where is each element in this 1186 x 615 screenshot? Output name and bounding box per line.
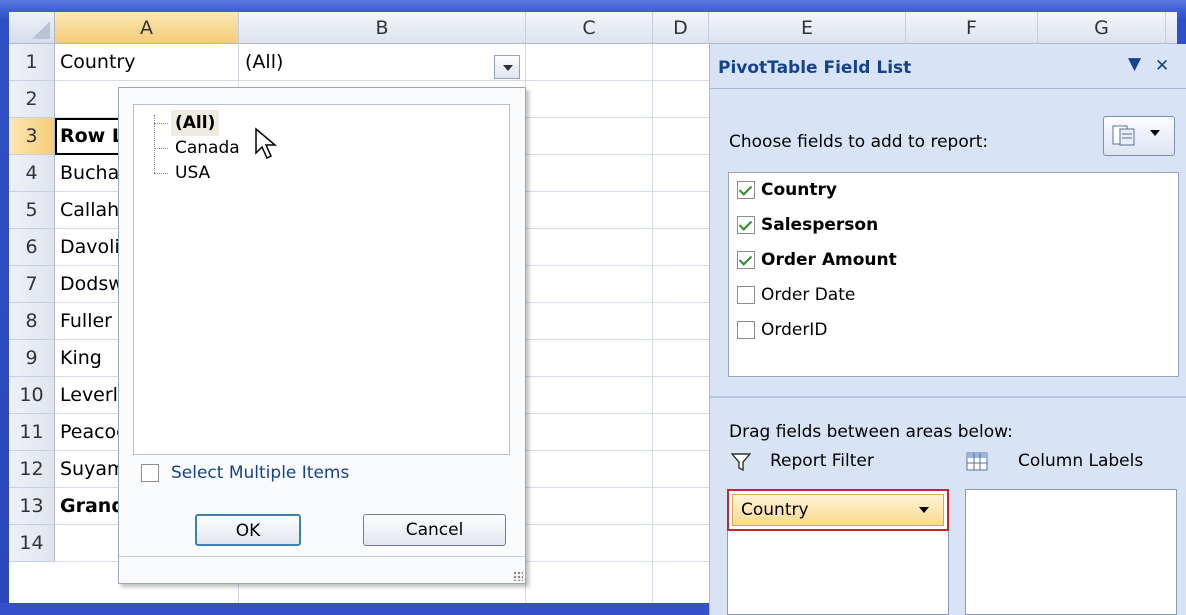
field-label: Country xyxy=(761,180,837,200)
filter-popup: (All) Canada USA Select Multiple Items O… xyxy=(118,87,526,584)
layout-options-button[interactable] xyxy=(1103,116,1175,156)
pane-title: PivotTable Field List xyxy=(718,58,912,78)
row-header-5[interactable]: 5 xyxy=(9,192,55,229)
filter-chip-highlight: Country xyxy=(727,489,949,531)
column-header-f[interactable]: F xyxy=(906,12,1038,44)
column-header-g[interactable]: G xyxy=(1038,12,1166,44)
column-header-b[interactable]: B xyxy=(239,12,526,44)
field-checkbox[interactable] xyxy=(737,321,755,339)
filter-item-canada[interactable]: Canada xyxy=(171,135,244,161)
chevron-down-icon xyxy=(1150,130,1160,136)
report-filter-country-chip[interactable]: Country xyxy=(732,494,944,526)
field-checkbox[interactable] xyxy=(737,216,755,234)
drag-fields-label: Drag fields between areas below: xyxy=(729,422,1013,442)
tree-connector xyxy=(154,173,168,174)
filter-dropdown-button[interactable] xyxy=(494,55,520,79)
row-header-2[interactable]: 2 xyxy=(9,81,55,118)
field-label: OrderID xyxy=(761,320,828,340)
cell-b1[interactable]: (All) xyxy=(245,44,485,81)
pane-options-icon[interactable]: ▼ xyxy=(1128,54,1141,74)
field-list: Country Salesperson Order Amount Order D… xyxy=(728,172,1179,377)
tree-connector xyxy=(154,123,168,124)
report-filter-label: Report Filter xyxy=(770,451,874,471)
mouse-cursor-icon xyxy=(255,127,278,160)
field-order-date[interactable]: Order Date xyxy=(737,281,1157,309)
select-all-corner[interactable] xyxy=(9,12,55,44)
row-header-1[interactable]: 1 xyxy=(9,44,55,81)
tree-connector xyxy=(154,148,168,149)
field-checkbox[interactable] xyxy=(737,251,755,269)
row-header-7[interactable]: 7 xyxy=(9,266,55,303)
column-header-a[interactable]: A xyxy=(55,12,239,44)
row-header-13[interactable]: 13 xyxy=(9,488,55,525)
gridline xyxy=(652,44,653,603)
row-header-8[interactable]: 8 xyxy=(9,303,55,340)
filter-item-all[interactable]: (All) xyxy=(171,110,220,136)
ok-button[interactable]: OK xyxy=(195,514,301,546)
row-header-4[interactable]: 4 xyxy=(9,155,55,192)
divider xyxy=(710,88,1186,89)
field-orderid[interactable]: OrderID xyxy=(737,316,1157,344)
column-header-c[interactable]: C xyxy=(526,12,653,44)
field-salesperson[interactable]: Salesperson xyxy=(737,211,1157,239)
close-icon[interactable]: ✕ xyxy=(1155,56,1169,76)
filter-icon xyxy=(731,453,751,472)
cell-a1[interactable]: Country xyxy=(60,44,235,81)
field-layout-icon xyxy=(1112,125,1135,146)
column-header-d[interactable]: D xyxy=(653,12,709,44)
column-labels-icon xyxy=(966,452,988,471)
row-header-10[interactable]: 10 xyxy=(9,377,55,414)
field-country[interactable]: Country xyxy=(737,176,1157,204)
column-header-h[interactable] xyxy=(1166,12,1177,44)
pane-splitter[interactable] xyxy=(710,396,1186,398)
row-header-14[interactable]: 14 xyxy=(9,525,55,562)
field-order-amount[interactable]: Order Amount xyxy=(737,246,1157,274)
field-label: Salesperson xyxy=(761,215,879,235)
field-label: Order Date xyxy=(761,285,856,305)
filter-item-list[interactable]: (All) Canada USA xyxy=(133,104,510,455)
choose-fields-label: Choose fields to add to report: xyxy=(729,132,989,152)
row-header-6[interactable]: 6 xyxy=(9,229,55,266)
select-multiple-checkbox[interactable] xyxy=(141,464,159,482)
field-checkbox[interactable] xyxy=(737,181,755,199)
divider xyxy=(119,556,525,557)
resize-grip-icon[interactable] xyxy=(513,571,523,581)
field-checkbox[interactable] xyxy=(737,286,755,304)
pivot-field-list-pane: PivotTable Field List ▼ ✕ Choose fields … xyxy=(709,44,1186,615)
column-labels-area[interactable] xyxy=(965,489,1177,615)
row-header-12[interactable]: 12 xyxy=(9,451,55,488)
row-header-3[interactable]: 3 xyxy=(9,118,55,155)
column-labels-label: Column Labels xyxy=(1018,451,1144,471)
filter-item-usa[interactable]: USA xyxy=(171,160,214,186)
row-header-9[interactable]: 9 xyxy=(9,340,55,377)
cancel-button[interactable]: Cancel xyxy=(363,514,506,546)
column-header-e[interactable]: E xyxy=(709,12,906,44)
row-header-11[interactable]: 11 xyxy=(9,414,55,451)
select-multiple-label: Select Multiple Items xyxy=(171,463,350,483)
field-label: Order Amount xyxy=(761,250,897,270)
